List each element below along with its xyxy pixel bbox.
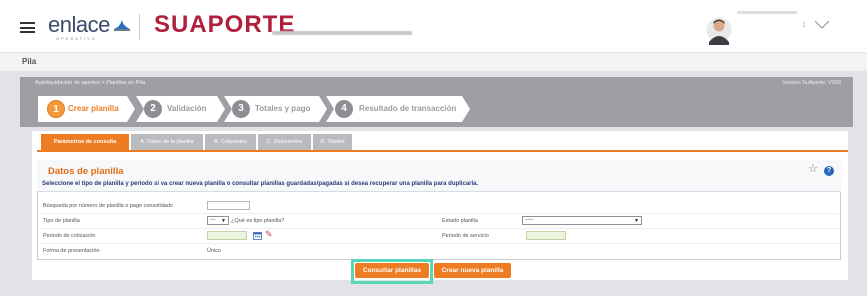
version-text: Versión SuAporte: V268 [782,80,841,86]
step-totales-pago[interactable]: 3 Totales y pago [224,96,327,122]
menu-icon[interactable] [20,22,35,33]
tab-cotizantes[interactable]: B. Cotizantes [205,134,256,150]
form-row-periodos: Periodo de cotización ✎ Periodo de servi… [39,229,839,244]
enlace-logo: enlace [48,12,110,37]
enlace-logo-icon [114,20,130,31]
tab-totales[interactable]: D. Totales [313,134,352,150]
periodo-cotizacion-label: Periodo de cotización [43,233,96,239]
section-bar: Pila [0,53,867,72]
tab-parametros-consulta[interactable]: Parámetros de consulta [41,134,129,150]
tab-underline [37,150,848,152]
periodo-servicio-input[interactable] [526,231,566,240]
crear-nueva-planilla-button[interactable]: Crear nueva planilla [434,263,511,278]
section-title: Pila [22,57,37,66]
enlace-logo-subtitle: OPERATIVO [56,36,98,41]
tipo-planilla-label: Tipo de planilla [43,218,80,224]
datos-planilla-title: Datos de planilla [48,166,124,177]
estado-planilla-label: Estado planilla [442,218,478,224]
forma-presentacion-label: Forma de presentación [43,248,100,254]
estado-planilla-select[interactable]: ----- ▼ [522,216,642,225]
blurred-user-name [737,11,797,14]
welcome-text [272,30,412,38]
periodo-cotizacion-input[interactable] [207,231,247,240]
logo-divider [139,14,140,40]
help-icon[interactable]: ? [824,166,834,176]
chevron-down-icon: ▼ [221,218,226,224]
step-number: 3 [232,100,250,118]
periodo-servicio-label: Periodo de servicio [442,233,489,239]
datos-planilla-description: Seleccione el tipo de planilla y periodo… [42,181,479,187]
user-name [737,10,797,17]
step-number: 4 [335,100,353,118]
blurred-welcome-text [272,31,412,35]
tipo-planilla-help-link[interactable]: ¿Qué es tipo planilla? [231,218,284,224]
tab-descuentos[interactable]: C. Descuentos [258,134,311,150]
busqueda-label: Búsqueda por número de planilla o pago c… [43,203,173,209]
avatar-icon[interactable] [706,15,732,45]
app-header: enlace OPERATIVO SUAPORTE 1 [0,0,867,52]
step-label: Crear planilla [68,104,119,113]
breadcrumb-bar: Autoliquidación de aportes > Planillas e… [20,77,853,91]
calendar-icon[interactable] [253,231,262,240]
step-label: Validación [167,104,207,113]
consultar-planillas-button[interactable]: Consultar planillas [355,263,429,278]
chevron-down-icon: ▼ [634,218,639,224]
step-validacion[interactable]: 2 Validación [136,96,225,122]
form-row-busqueda: Búsqueda por número de planilla o pago c… [39,199,839,214]
step-label: Totales y pago [255,104,311,113]
breadcrumb[interactable]: Autoliquidación de aportes > Planillas e… [35,80,145,86]
form-row-tipo: Tipo de planilla --- ▼ ¿Qué es tipo plan… [39,214,839,229]
estado-planilla-value: ----- [525,217,535,223]
eraser-icon[interactable]: ✎ [265,230,273,239]
user-number: 1 [802,22,806,29]
chevron-down-icon[interactable] [814,20,830,30]
step-number: 1 [47,100,65,118]
step-crear-planilla[interactable]: 1 Crear planilla [38,96,135,122]
step-resultado-transaccion[interactable]: 4 Resultado de transacción [326,96,470,122]
datos-planilla-header [37,160,841,192]
step-label: Resultado de transacción [359,104,457,113]
busqueda-input[interactable] [207,201,250,210]
step-number: 2 [144,100,162,118]
tipo-planilla-value: --- [210,217,216,223]
tab-datos-planilla[interactable]: A. Datos de la planilla [131,134,203,150]
star-icon[interactable]: ☆ [808,164,818,175]
tipo-planilla-select[interactable]: --- ▼ [207,216,229,225]
form-row-forma: Forma de presentación Único [39,244,839,259]
forma-presentacion-value: Único [207,248,222,254]
